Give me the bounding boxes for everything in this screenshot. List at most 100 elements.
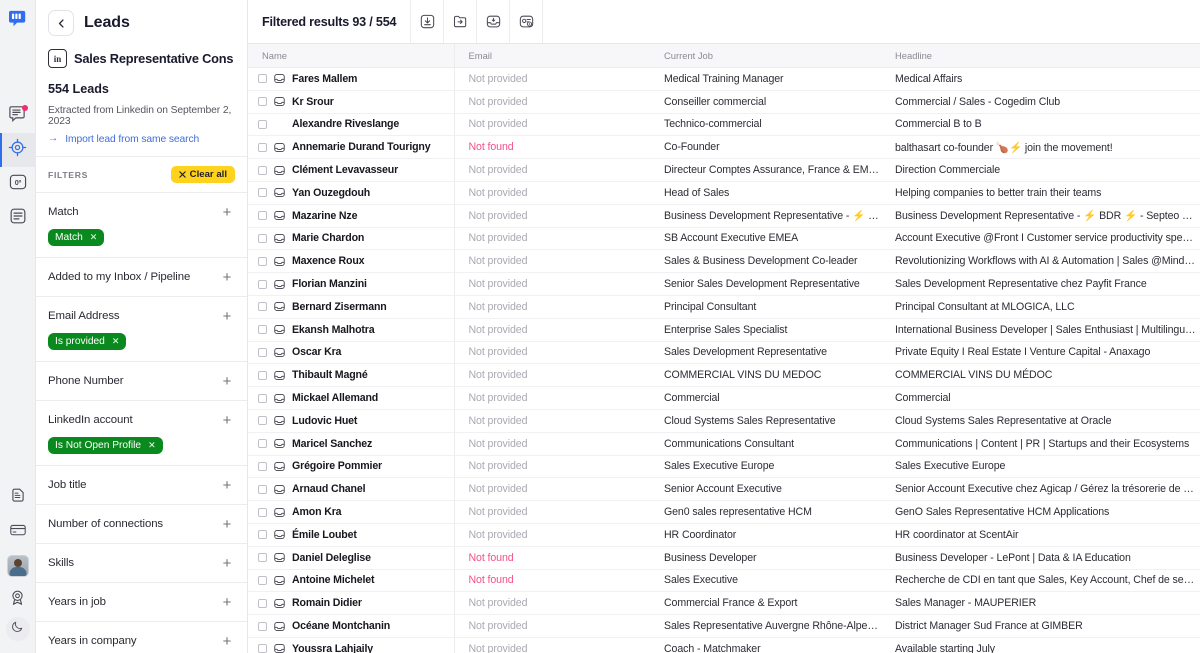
sidebar-item-rewards[interactable] xyxy=(0,583,36,617)
lead-name[interactable]: Daniel Deleglise xyxy=(292,552,371,564)
row-checkbox[interactable] xyxy=(258,621,267,631)
table-row[interactable]: Océane Montchanin Not provided Sales Repre… xyxy=(248,614,1200,638)
table-row[interactable]: Florian Manzini Not provided Senior Sales … xyxy=(248,272,1200,296)
add-filter-icon[interactable]: + xyxy=(219,477,235,493)
lead-name[interactable]: Ekansh Malhotra xyxy=(292,324,375,336)
lead-name[interactable]: Antoine Michelet xyxy=(292,574,375,586)
lead-name[interactable]: Amon Kra xyxy=(292,506,342,518)
row-checkbox[interactable] xyxy=(258,484,267,494)
table-row[interactable]: Ekansh Malhotra Not provided Enterprise Sa… xyxy=(248,318,1200,342)
table-row[interactable]: Mazarine Nze Not provided Business Develop… xyxy=(248,204,1200,228)
sidebar-item-user-avatar[interactable] xyxy=(0,549,36,583)
add-filter-icon[interactable]: + xyxy=(219,373,235,389)
export-to-folder-button[interactable] xyxy=(444,0,478,43)
row-checkbox[interactable] xyxy=(258,119,267,129)
table-row[interactable]: Antoine Michelet Not found Sales Executive… xyxy=(248,569,1200,593)
table-row[interactable]: Oscar Kra Not provided Sales Development R… xyxy=(248,341,1200,365)
lead-name[interactable]: Romain Didier xyxy=(292,597,362,609)
row-checkbox[interactable] xyxy=(258,598,267,608)
lead-name[interactable]: Ludovic Huet xyxy=(292,415,357,427)
add-filter-icon[interactable]: + xyxy=(219,555,235,571)
download-export-button[interactable] xyxy=(411,0,445,43)
table-row[interactable]: Amon Kra Not provided Gen0 sales represent… xyxy=(248,500,1200,524)
column-header-email[interactable]: Email xyxy=(454,44,650,68)
enrich-settings-button[interactable] xyxy=(510,0,544,43)
row-checkbox[interactable] xyxy=(258,74,267,84)
table-row[interactable]: Clément Levavasseur Not provided Directeur… xyxy=(248,158,1200,182)
row-checkbox[interactable] xyxy=(258,530,267,540)
sidebar-item-templates[interactable] xyxy=(0,201,36,235)
lead-name[interactable]: Grégoire Pommier xyxy=(292,460,382,472)
row-checkbox[interactable] xyxy=(258,393,267,403)
lead-name[interactable]: Arnaud Chanel xyxy=(292,483,366,495)
lead-name[interactable]: Yan Ouzegdouh xyxy=(292,187,370,199)
add-filter-icon[interactable]: + xyxy=(219,633,235,649)
clear-all-button[interactable]: Clear all xyxy=(170,166,235,183)
row-checkbox[interactable] xyxy=(258,188,267,198)
add-filter-icon[interactable]: + xyxy=(219,594,235,610)
lead-name[interactable]: Maxence Roux xyxy=(292,255,365,267)
sidebar-item-sequences[interactable]: 0º xyxy=(0,167,36,201)
lead-name[interactable]: Youssra Lahjaily xyxy=(292,643,373,653)
remove-chip-icon[interactable]: ✕ xyxy=(148,440,156,451)
table-row[interactable]: Maxence Roux Not provided Sales & Business… xyxy=(248,249,1200,274)
lead-name[interactable]: Fares Mallem xyxy=(292,73,357,85)
table-row[interactable]: Maricel Sanchez Not provided Communication… xyxy=(248,432,1200,456)
table-row[interactable]: Kr Srour Not provided Conseiller commercia… xyxy=(248,90,1200,114)
lead-name[interactable]: Clément Levavasseur xyxy=(292,164,398,176)
table-row[interactable]: Fares Mallem Not provided Medical Training… xyxy=(248,67,1200,91)
column-header-current-job[interactable]: Current Job xyxy=(650,44,881,68)
remove-chip-icon[interactable]: ✕ xyxy=(112,336,120,347)
column-header-headline[interactable]: Headline xyxy=(881,44,1200,68)
row-checkbox[interactable] xyxy=(258,97,267,107)
lead-name[interactable]: Émile Loubet xyxy=(292,529,357,541)
add-to-inbox-button[interactable] xyxy=(477,0,511,43)
row-checkbox[interactable] xyxy=(258,302,267,312)
table-row[interactable]: Ludovic Huet Not provided Cloud Systems Sa… xyxy=(248,409,1200,433)
lead-name[interactable]: Florian Manzini xyxy=(292,278,367,290)
column-header-name[interactable]: Name xyxy=(248,44,455,68)
app-logo[interactable] xyxy=(8,10,27,33)
sidebar-item-billing[interactable] xyxy=(0,515,36,549)
row-checkbox[interactable] xyxy=(258,507,267,517)
sidebar-item-leads-target[interactable] xyxy=(0,133,36,167)
filter-chip[interactable]: Match ✕ xyxy=(48,229,105,246)
sidebar-item-copy-documents[interactable] xyxy=(0,481,36,515)
lead-name[interactable]: Kr Srour xyxy=(292,96,334,108)
row-checkbox[interactable] xyxy=(258,461,267,471)
row-checkbox[interactable] xyxy=(258,347,267,357)
row-checkbox[interactable] xyxy=(258,233,267,243)
table-row[interactable]: Marie Chardon Not provided SB Account Exec… xyxy=(248,227,1200,251)
table-row[interactable]: Arnaud Chanel Not provided Senior Account … xyxy=(248,477,1200,502)
row-checkbox[interactable] xyxy=(258,279,267,289)
table-row[interactable]: Émile Loubet Not provided HR Coordinator HR… xyxy=(248,523,1200,547)
filter-chip[interactable]: Is Not Open Profile ✕ xyxy=(48,437,163,454)
lead-name[interactable]: Maricel Sanchez xyxy=(292,438,372,450)
import-lead-link[interactable]: → Import lead from same search xyxy=(48,134,233,156)
filter-chip[interactable]: Is provided ✕ xyxy=(48,333,127,350)
table-row[interactable]: Daniel Deleglise Not found Business Develo… xyxy=(248,546,1200,570)
row-checkbox[interactable] xyxy=(258,325,267,335)
lead-name[interactable]: Océane Montchanin xyxy=(292,620,390,632)
row-checkbox[interactable] xyxy=(258,211,267,221)
table-row[interactable]: Annemarie Durand Tourigny Not found Co-Fou… xyxy=(248,135,1200,160)
row-checkbox[interactable] xyxy=(258,439,267,449)
row-checkbox[interactable] xyxy=(258,575,267,585)
lead-name[interactable]: Marie Chardon xyxy=(292,232,364,244)
add-filter-icon[interactable]: + xyxy=(219,516,235,532)
table-row[interactable]: Romain Didier Not provided Commercial Fran… xyxy=(248,591,1200,616)
lead-name[interactable]: Oscar Kra xyxy=(292,346,341,358)
table-row[interactable]: Alexandre Riveslange Not provided Technico… xyxy=(248,113,1200,137)
lead-name[interactable]: Mickael Allemand xyxy=(292,392,378,404)
row-checkbox[interactable] xyxy=(258,553,267,563)
lead-name[interactable]: Annemarie Durand Tourigny xyxy=(292,141,431,153)
row-checkbox[interactable] xyxy=(258,165,267,175)
sidebar-item-inbox-messages[interactable] xyxy=(0,99,36,133)
table-row[interactable]: Youssra Lahjaily Not provided Coach - Matc… xyxy=(248,637,1200,653)
table-row[interactable]: Thibault Magné Not provided COMMERCIAL VIN… xyxy=(248,363,1200,388)
remove-chip-icon[interactable]: ✕ xyxy=(90,232,98,243)
back-button[interactable] xyxy=(48,10,74,36)
table-row[interactable]: Grégoire Pommier Not provided Sales Execut… xyxy=(248,455,1200,479)
row-checkbox[interactable] xyxy=(258,142,267,152)
table-row[interactable]: Yan Ouzegdouh Not provided Head of Sales He… xyxy=(248,181,1200,205)
